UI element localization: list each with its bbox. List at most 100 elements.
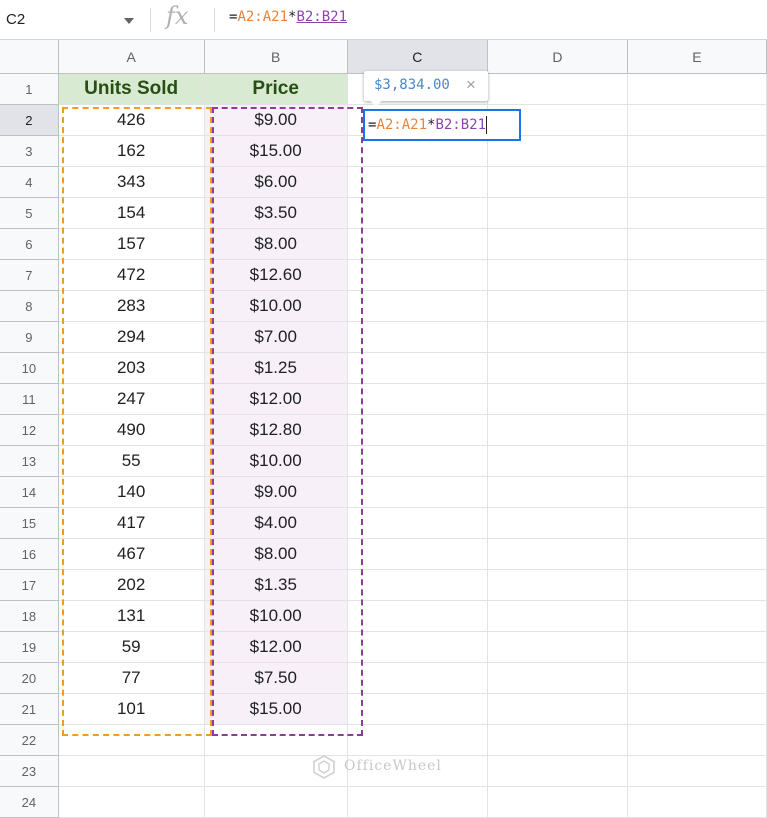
- cell-a18[interactable]: 131: [58, 600, 205, 632]
- cell-b15[interactable]: $4.00: [204, 507, 348, 539]
- cell-b10[interactable]: $1.25: [204, 352, 348, 384]
- column-header-e[interactable]: E: [627, 40, 767, 74]
- cell-b9[interactable]: $7.00: [204, 321, 348, 353]
- cell-c12[interactable]: [347, 414, 488, 446]
- cell-b21[interactable]: $15.00: [204, 693, 348, 725]
- row-header[interactable]: 17: [0, 569, 59, 601]
- cell-e13[interactable]: [627, 445, 767, 477]
- cell-d6[interactable]: [487, 228, 628, 260]
- cell-e1[interactable]: [627, 73, 767, 105]
- cell-a19[interactable]: 59: [58, 631, 205, 663]
- formula-input[interactable]: =A2:A21*B2:B21: [229, 9, 347, 25]
- row-header[interactable]: 21: [0, 693, 59, 725]
- cell-e19[interactable]: [627, 631, 767, 663]
- column-header-a[interactable]: A: [58, 40, 205, 74]
- cell-e5[interactable]: [627, 197, 767, 229]
- cell-e21[interactable]: [627, 693, 767, 725]
- row-header[interactable]: 2: [0, 104, 59, 136]
- cell-a16[interactable]: 467: [58, 538, 205, 570]
- cell-b17[interactable]: $1.35: [204, 569, 348, 601]
- row-header[interactable]: 11: [0, 383, 59, 415]
- cell-e22[interactable]: [627, 724, 767, 756]
- cell-b7[interactable]: $12.60: [204, 259, 348, 291]
- row-header[interactable]: 24: [0, 786, 59, 818]
- select-all-corner[interactable]: [0, 40, 59, 74]
- row-header[interactable]: 23: [0, 755, 59, 787]
- row-header[interactable]: 1: [0, 73, 59, 105]
- cell-d14[interactable]: [487, 476, 628, 508]
- cell-a20[interactable]: 77: [58, 662, 205, 694]
- row-header[interactable]: 19: [0, 631, 59, 663]
- cell-e11[interactable]: [627, 383, 767, 415]
- cell-e7[interactable]: [627, 259, 767, 291]
- cell-e10[interactable]: [627, 352, 767, 384]
- cell-d23[interactable]: [487, 755, 628, 787]
- cell-a1[interactable]: Units Sold: [58, 73, 205, 105]
- cell-d19[interactable]: [487, 631, 628, 663]
- cell-b6[interactable]: $8.00: [204, 228, 348, 260]
- cell-e17[interactable]: [627, 569, 767, 601]
- cell-d1[interactable]: [487, 73, 628, 105]
- row-header[interactable]: 22: [0, 724, 59, 756]
- cell-d18[interactable]: [487, 600, 628, 632]
- cell-e2[interactable]: [627, 104, 767, 136]
- name-box[interactable]: C2: [0, 4, 145, 36]
- row-header[interactable]: 9: [0, 321, 59, 353]
- cell-a6[interactable]: 157: [58, 228, 205, 260]
- cell-d8[interactable]: [487, 290, 628, 322]
- cell-b8[interactable]: $10.00: [204, 290, 348, 322]
- cell-c5[interactable]: [347, 197, 488, 229]
- row-header[interactable]: 16: [0, 538, 59, 570]
- cell-c11[interactable]: [347, 383, 488, 415]
- column-header-c[interactable]: C: [347, 40, 488, 74]
- cell-d13[interactable]: [487, 445, 628, 477]
- cell-b13[interactable]: $10.00: [204, 445, 348, 477]
- cell-b1[interactable]: Price: [204, 73, 348, 105]
- cell-e3[interactable]: [627, 135, 767, 167]
- cell-b3[interactable]: $15.00: [204, 135, 348, 167]
- cell-b20[interactable]: $7.50: [204, 662, 348, 694]
- cell-d5[interactable]: [487, 197, 628, 229]
- row-header[interactable]: 13: [0, 445, 59, 477]
- cell-b19[interactable]: $12.00: [204, 631, 348, 663]
- column-header-b[interactable]: B: [204, 40, 348, 74]
- cell-e6[interactable]: [627, 228, 767, 260]
- cell-c22[interactable]: [347, 724, 488, 756]
- cell-d16[interactable]: [487, 538, 628, 570]
- cell-b5[interactable]: $3.50: [204, 197, 348, 229]
- cell-b24[interactable]: [204, 786, 348, 818]
- row-header[interactable]: 7: [0, 259, 59, 291]
- cell-a5[interactable]: 154: [58, 197, 205, 229]
- cell-a23[interactable]: [58, 755, 205, 787]
- cell-a13[interactable]: 55: [58, 445, 205, 477]
- cell-e4[interactable]: [627, 166, 767, 198]
- row-header[interactable]: 10: [0, 352, 59, 384]
- cell-a11[interactable]: 247: [58, 383, 205, 415]
- cell-c24[interactable]: [347, 786, 488, 818]
- cell-a9[interactable]: 294: [58, 321, 205, 353]
- cell-e20[interactable]: [627, 662, 767, 694]
- cell-c10[interactable]: [347, 352, 488, 384]
- cell-e15[interactable]: [627, 507, 767, 539]
- cell-d10[interactable]: [487, 352, 628, 384]
- cell-a4[interactable]: 343: [58, 166, 205, 198]
- cell-b22[interactable]: [204, 724, 348, 756]
- cell-c4[interactable]: [347, 166, 488, 198]
- cell-c9[interactable]: [347, 321, 488, 353]
- cell-c17[interactable]: [347, 569, 488, 601]
- row-header[interactable]: 12: [0, 414, 59, 446]
- cell-e9[interactable]: [627, 321, 767, 353]
- cell-e14[interactable]: [627, 476, 767, 508]
- cell-d20[interactable]: [487, 662, 628, 694]
- row-header[interactable]: 20: [0, 662, 59, 694]
- cell-e16[interactable]: [627, 538, 767, 570]
- cell-d7[interactable]: [487, 259, 628, 291]
- row-header[interactable]: 3: [0, 135, 59, 167]
- cell-a17[interactable]: 202: [58, 569, 205, 601]
- cell-c21[interactable]: [347, 693, 488, 725]
- cell-a24[interactable]: [58, 786, 205, 818]
- cell-editor-c2[interactable]: =A2:A21*B2:B21: [363, 109, 521, 141]
- cell-a2[interactable]: 426: [58, 104, 205, 136]
- cell-c18[interactable]: [347, 600, 488, 632]
- cell-c8[interactable]: [347, 290, 488, 322]
